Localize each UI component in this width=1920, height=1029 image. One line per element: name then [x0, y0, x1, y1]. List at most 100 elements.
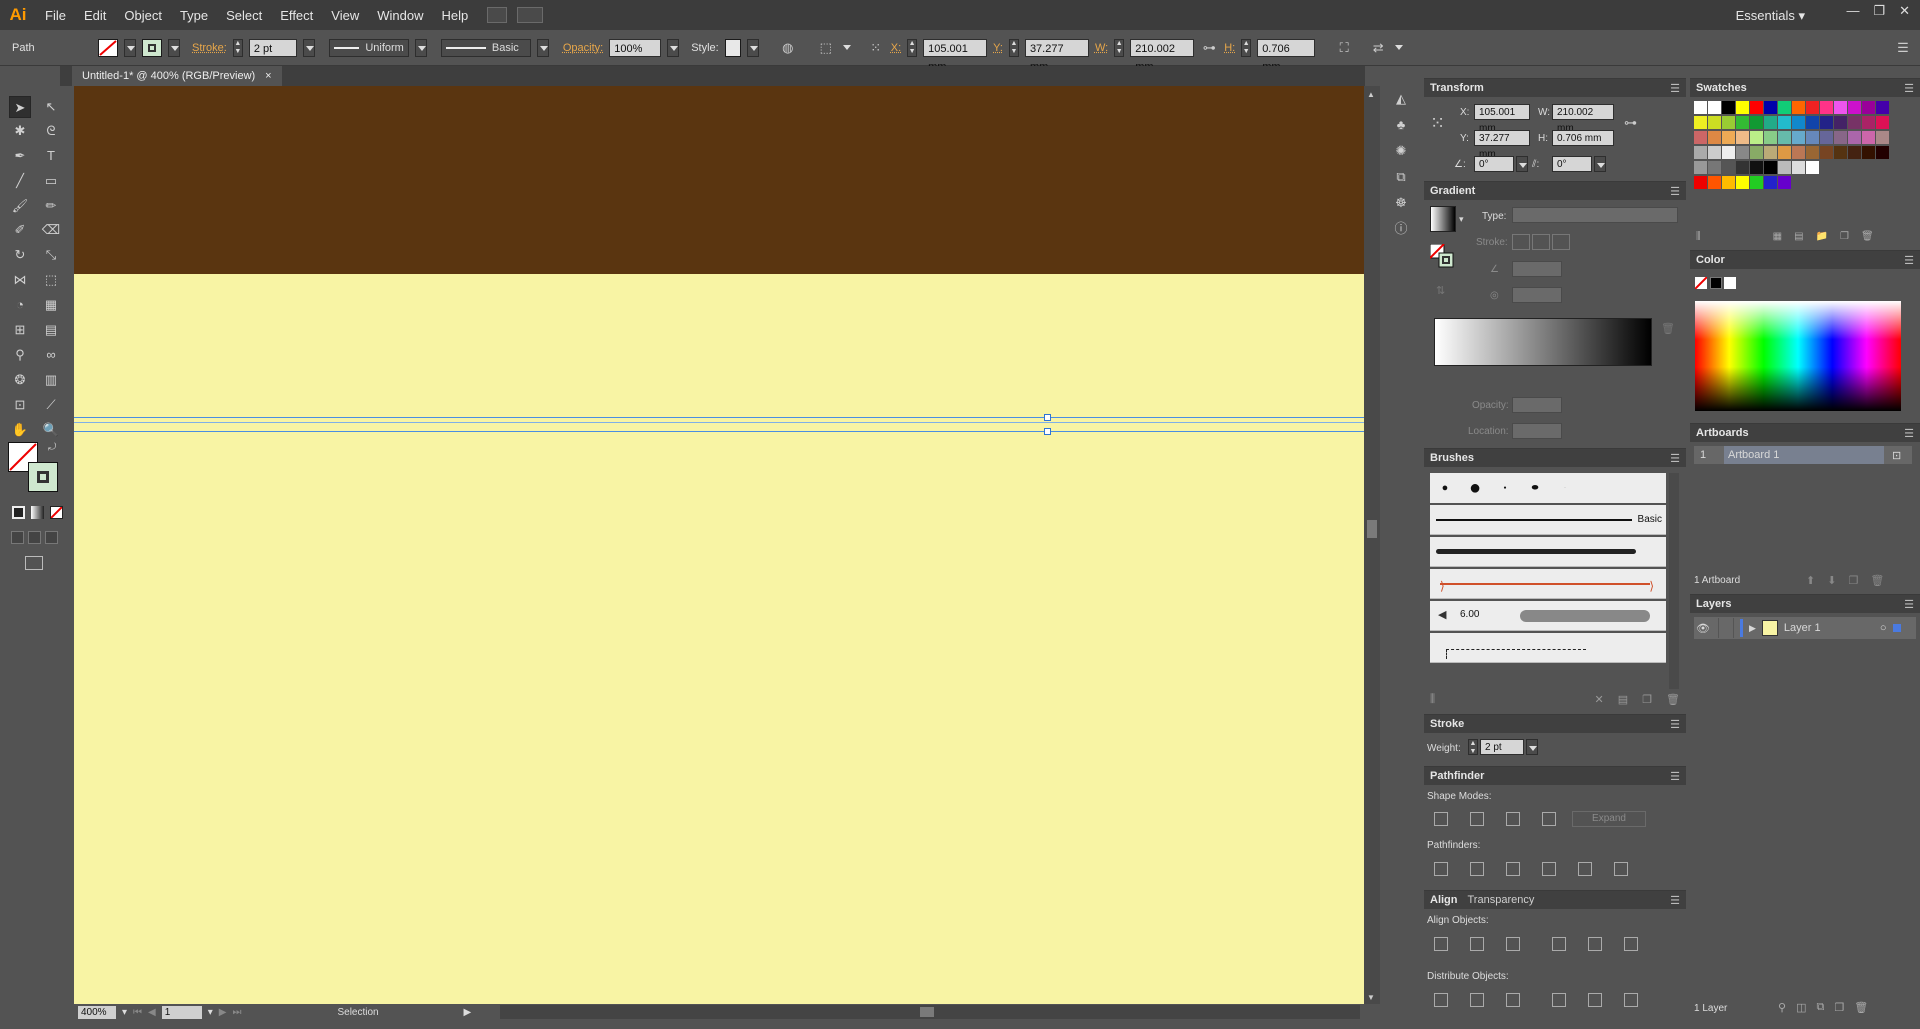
swatch-cell[interactable] — [1792, 161, 1805, 174]
gradient-swatch-dropdown-icon[interactable]: ▾ — [1459, 214, 1464, 225]
layers-panel-header[interactable]: Layers ☰ — [1690, 595, 1920, 613]
stroke-weight-dropdown[interactable] — [302, 38, 315, 57]
current-tool-label[interactable]: Selection — [337, 1007, 457, 1018]
symbol-sprayer-tool-icon[interactable]: ❂ — [9, 369, 31, 391]
swatch-options-icon[interactable]: ▤ — [1794, 231, 1803, 242]
swatch-cell[interactable] — [1722, 131, 1735, 144]
fill-dropdown[interactable] — [124, 38, 136, 57]
pathfinder-menu-icon[interactable]: ☰ — [1670, 770, 1680, 783]
swatch-cell[interactable] — [1694, 146, 1707, 159]
swatch-cell[interactable] — [1736, 176, 1749, 189]
blend-tool-icon[interactable]: ∞ — [40, 344, 62, 366]
pathfinder-panel-header[interactable]: Pathfinder ☰ — [1424, 767, 1686, 785]
artboard-canvas[interactable] — [74, 86, 1364, 1004]
swatch-cell[interactable] — [1750, 131, 1763, 144]
transform-h-field[interactable]: 0.706 mm — [1552, 130, 1614, 146]
stroke-dropdown[interactable] — [168, 38, 180, 57]
scale-tool-icon[interactable]: ⤡ — [40, 244, 62, 266]
mesh-tool-icon[interactable]: ⊞ — [9, 319, 31, 341]
swatch-libraries-icon[interactable]: ⫼ — [1696, 231, 1701, 242]
outline-icon[interactable] — [1578, 862, 1592, 876]
free-transform-tool-icon[interactable]: ⬚ — [40, 269, 62, 291]
magic-wand-tool-icon[interactable]: ✱ — [9, 120, 31, 142]
width-tool-icon[interactable]: ⋈ — [9, 269, 31, 291]
h-stepper[interactable]: ▲ ▼ — [1241, 38, 1252, 57]
swatch-cell[interactable] — [1736, 161, 1749, 174]
panel-menu-icon[interactable]: ☰ — [1894, 39, 1912, 57]
color-menu-icon[interactable]: ☰ — [1904, 254, 1914, 267]
gradient-angle-field[interactable] — [1512, 261, 1562, 277]
swatch-cell[interactable] — [1750, 101, 1763, 114]
perspective-grid-tool-icon[interactable]: ▦ — [40, 294, 62, 316]
stroke-weight-stepper[interactable]: ▲ ▼ — [232, 38, 243, 57]
unite-icon[interactable] — [1434, 812, 1448, 826]
swatch-cell[interactable] — [1764, 146, 1777, 159]
menu-select[interactable]: Select — [217, 8, 271, 23]
swatch-cell[interactable] — [1764, 116, 1777, 129]
move-down-icon[interactable]: ⬇ — [1827, 574, 1836, 587]
expand-layer-icon[interactable]: ▶ — [1749, 623, 1756, 634]
direct-selection-tool-icon[interactable]: ↖ — [40, 96, 62, 118]
swatch-cell[interactable] — [1862, 101, 1875, 114]
swatch-cell[interactable] — [1806, 146, 1819, 159]
color-black-swatch[interactable] — [1710, 277, 1722, 289]
artboard-options-icon[interactable]: ⊡ — [1892, 449, 1901, 462]
swatch-cell[interactable] — [1792, 146, 1805, 159]
shear-angle-dropdown[interactable] — [1594, 156, 1606, 172]
graphic-styles-icon[interactable]: ⧉ — [1390, 166, 1412, 188]
swatch-cell[interactable] — [1736, 146, 1749, 159]
distribute-left-icon[interactable] — [1552, 993, 1566, 1007]
transform-icon[interactable]: ⛶ — [1335, 39, 1353, 57]
draw-inside-icon[interactable] — [45, 531, 58, 544]
swatch-cell[interactable] — [1722, 101, 1735, 114]
y-field[interactable]: 37.277 mm — [1024, 38, 1089, 73]
brush-pattern[interactable] — [1430, 633, 1666, 663]
swatch-cell[interactable] — [1736, 101, 1749, 114]
swatch-cell[interactable] — [1722, 116, 1735, 129]
rotate-angle-dropdown[interactable] — [1516, 156, 1528, 172]
swatch-cell[interactable] — [1708, 176, 1721, 189]
profile-dropdown[interactable] — [414, 38, 427, 57]
blob-brush-tool-icon[interactable]: ✐ — [9, 219, 31, 241]
menu-object[interactable]: Object — [115, 8, 171, 23]
draw-normal-icon[interactable] — [11, 531, 24, 544]
stroke-color-icon[interactable] — [28, 462, 58, 492]
rotate-tool-icon[interactable]: ↻ — [9, 244, 31, 266]
symbols-icon[interactable]: ♣ — [1390, 114, 1412, 136]
isolate-dropdown[interactable] — [1393, 39, 1405, 57]
swap-fill-stroke-icon[interactable]: ⤾ — [48, 442, 56, 453]
stroke-weight-field[interactable]: 2 pt — [248, 38, 297, 57]
workspace-switcher[interactable]: Essentials ▾ — [1736, 8, 1805, 24]
eraser-tool-icon[interactable]: ⌫ — [40, 219, 62, 241]
swatch-cell[interactable] — [1750, 146, 1763, 159]
fill-swatch[interactable] — [98, 38, 118, 57]
distribute-right-icon[interactable] — [1624, 993, 1638, 1007]
new-artboard-icon[interactable]: ❐ — [1848, 574, 1858, 587]
shape-builder-tool-icon[interactable]: ◔ — [9, 294, 31, 316]
arrange-documents-icon[interactable] — [517, 7, 544, 23]
variable-width-profile[interactable]: Uniform — [328, 38, 409, 57]
layer-name[interactable]: Layer 1 — [1784, 622, 1874, 634]
swatch-cell[interactable] — [1764, 176, 1777, 189]
swatch-cell[interactable] — [1876, 131, 1889, 144]
delete-swatch-icon[interactable]: 🗑 — [1861, 231, 1874, 242]
transparency-tab[interactable]: Transparency — [1468, 894, 1535, 906]
weight-field[interactable]: 2 pt — [1480, 739, 1524, 755]
distribute-hcenter-icon[interactable] — [1588, 993, 1602, 1007]
swatch-cell[interactable] — [1708, 116, 1721, 129]
selection-handle-top[interactable] — [1044, 414, 1051, 421]
pencil-tool-icon[interactable]: ✏ — [40, 195, 62, 217]
selected-path-top[interactable] — [74, 417, 1364, 418]
w-field[interactable]: 210.002 mm — [1130, 38, 1195, 73]
stroke-gradient-buttons[interactable] — [1512, 234, 1570, 250]
swatch-cell[interactable] — [1694, 176, 1707, 189]
paintbrush-tool-icon[interactable]: 🖌 — [9, 195, 31, 217]
swatch-cell[interactable] — [1694, 101, 1707, 114]
swatch-cell[interactable] — [1806, 116, 1819, 129]
swatch-cell[interactable] — [1750, 116, 1763, 129]
bridge-icon[interactable] — [487, 7, 508, 23]
reverse-gradient-icon[interactable]: ⇅ — [1436, 284, 1445, 297]
swatch-cell[interactable] — [1750, 161, 1763, 174]
swatch-cell[interactable] — [1708, 161, 1721, 174]
align-hcenter-icon[interactable] — [1470, 937, 1484, 951]
